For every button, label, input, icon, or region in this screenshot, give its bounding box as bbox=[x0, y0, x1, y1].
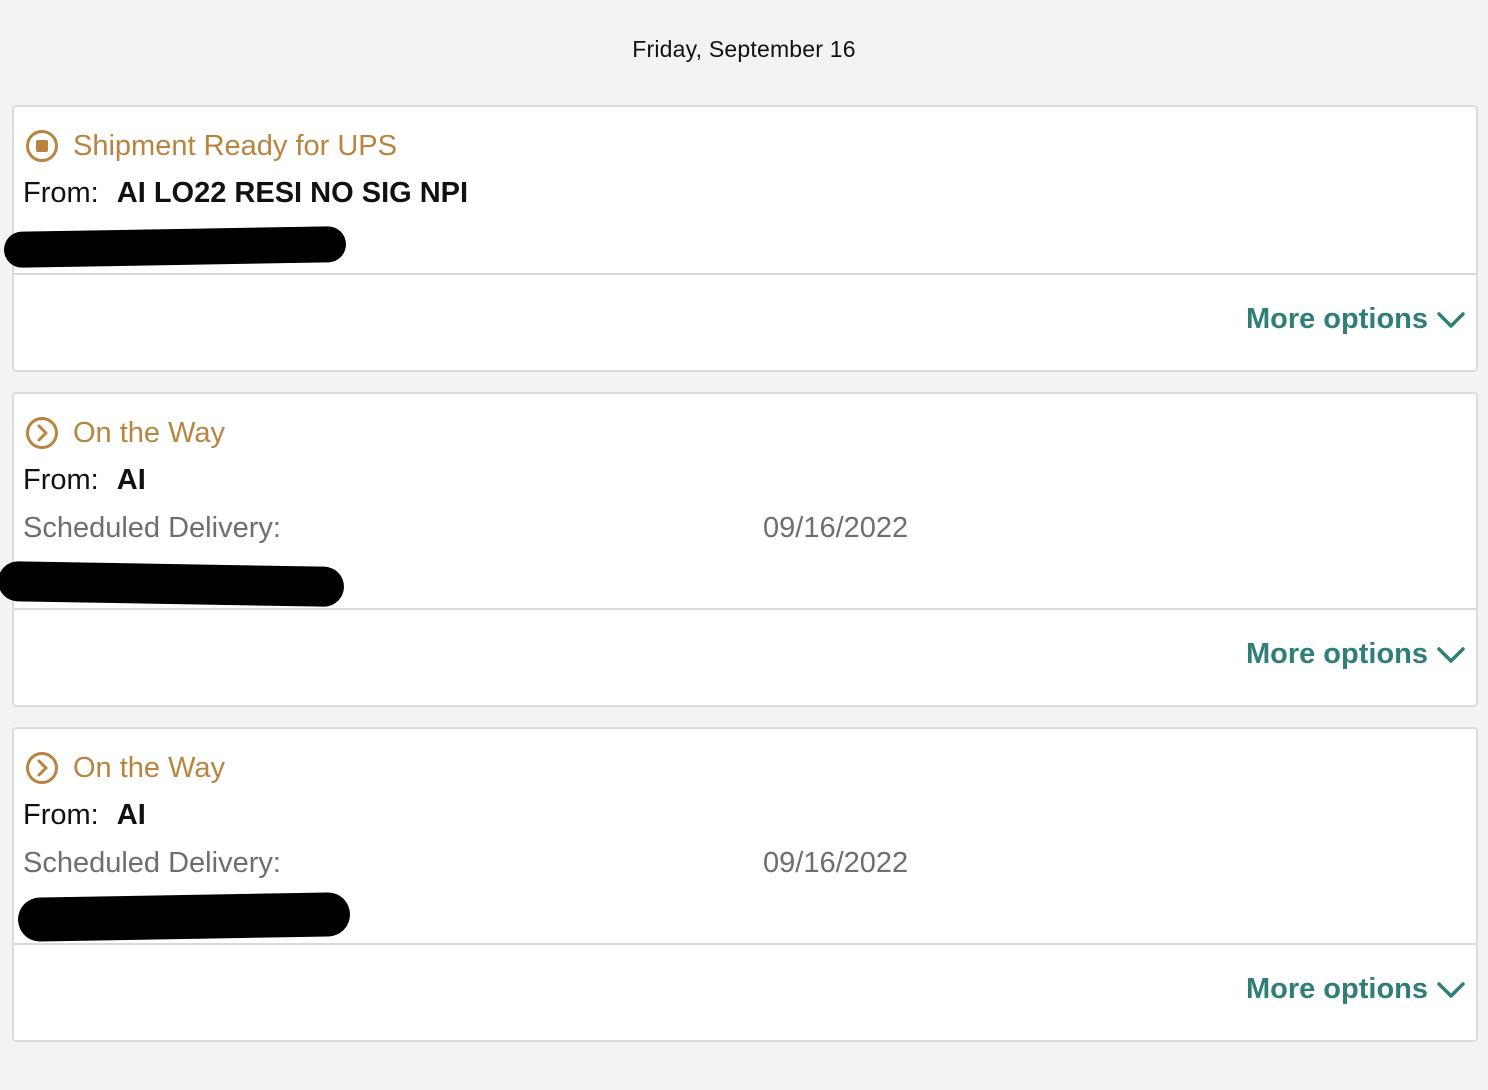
scheduled-delivery-label: Scheduled Delivery: bbox=[23, 512, 281, 544]
more-options-row: More options bbox=[14, 275, 1476, 372]
scheduled-delivery-date: 09/16/2022 bbox=[763, 847, 909, 879]
status-label: On the Way bbox=[73, 751, 226, 784]
shipment-summary[interactable]: On the Way From: AI Scheduled Delivery: … bbox=[14, 729, 1476, 945]
redaction-mark bbox=[3, 226, 347, 268]
from-label: From: bbox=[23, 464, 99, 496]
more-options-button[interactable]: More options bbox=[1246, 973, 1466, 1006]
shipment-card[interactable]: On the Way From: AI Scheduled Delivery: … bbox=[0, 392, 1478, 707]
shipment-summary[interactable]: Shipment Ready for UPS From: AI LO22 RES… bbox=[3, 107, 1476, 275]
shipment-card[interactable]: On the Way From: AI Scheduled Delivery: … bbox=[12, 727, 1478, 1042]
more-options-label: More options bbox=[1245, 973, 1428, 1005]
more-options-label: More options bbox=[1245, 303, 1428, 335]
from-value: AI bbox=[116, 799, 146, 831]
more-options-label: More options bbox=[1245, 638, 1428, 670]
more-options-button[interactable]: More options bbox=[1246, 303, 1466, 336]
redaction-mark bbox=[17, 892, 351, 942]
date-header: Friday, September 16 bbox=[632, 36, 856, 62]
status-row: On the Way bbox=[25, 751, 225, 785]
chevron-down-icon bbox=[1437, 311, 1465, 328]
status-label: Shipment Ready for UPS bbox=[73, 129, 397, 162]
chevron-right-circle-icon bbox=[26, 752, 58, 784]
redaction-mark bbox=[0, 560, 345, 608]
from-value: AI LO22 RESI NO SIG NPI bbox=[116, 177, 469, 209]
from-row: From: AI bbox=[23, 464, 146, 497]
from-row: From: AI bbox=[23, 799, 146, 832]
scheduled-delivery-row: Scheduled Delivery: 09/16/2022 bbox=[23, 847, 1023, 880]
from-row: From: AI LO22 RESI NO SIG NPI bbox=[23, 177, 468, 210]
scheduled-delivery-label: Scheduled Delivery: bbox=[23, 847, 281, 879]
chevron-down-icon bbox=[1437, 646, 1465, 663]
scheduled-delivery-row: Scheduled Delivery: 09/16/2022 bbox=[23, 512, 1023, 545]
status-label: On the Way bbox=[73, 416, 226, 449]
more-options-row: More options bbox=[14, 610, 1476, 707]
chevron-down-icon bbox=[1437, 981, 1465, 998]
more-options-button[interactable]: More options bbox=[1246, 638, 1466, 671]
shipment-summary[interactable]: On the Way From: AI Scheduled Delivery: … bbox=[0, 394, 1476, 610]
from-value: AI bbox=[116, 464, 146, 496]
more-options-row: More options bbox=[14, 945, 1476, 1042]
status-row: Shipment Ready for UPS bbox=[25, 129, 397, 163]
chevron-right-circle-icon bbox=[26, 417, 58, 449]
scheduled-delivery-date: 09/16/2022 bbox=[763, 512, 909, 544]
from-label: From: bbox=[23, 177, 99, 209]
status-row: On the Way bbox=[25, 416, 225, 450]
from-label: From: bbox=[23, 799, 99, 831]
shipment-card[interactable]: Shipment Ready for UPS From: AI LO22 RES… bbox=[3, 105, 1478, 372]
stop-circle-icon bbox=[26, 130, 58, 162]
